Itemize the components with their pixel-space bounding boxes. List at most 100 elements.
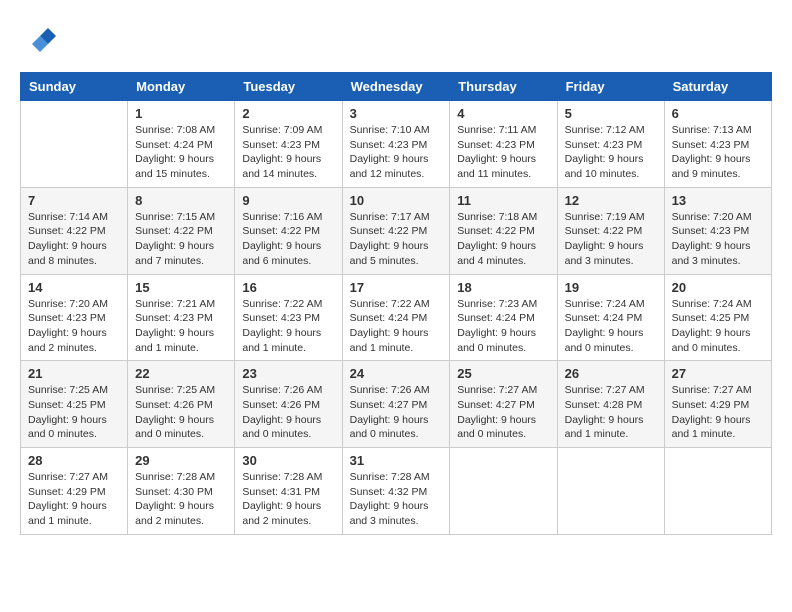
calendar-cell: 14 Sunrise: 7:20 AMSunset: 4:23 PMDayligh… <box>21 274 128 361</box>
day-number: 17 <box>350 280 443 295</box>
calendar-cell: 4 Sunrise: 7:11 AMSunset: 4:23 PMDaylight… <box>450 101 557 188</box>
day-info: Sunrise: 7:22 AMSunset: 4:23 PMDaylight:… <box>242 297 334 356</box>
weekday-header-row: SundayMondayTuesdayWednesdayThursdayFrid… <box>21 73 772 101</box>
day-number: 28 <box>28 453 120 468</box>
day-number: 1 <box>135 106 227 121</box>
day-number: 16 <box>242 280 334 295</box>
day-info: Sunrise: 7:08 AMSunset: 4:24 PMDaylight:… <box>135 123 227 182</box>
day-info: Sunrise: 7:27 AMSunset: 4:27 PMDaylight:… <box>457 383 549 442</box>
calendar-cell: 9 Sunrise: 7:16 AMSunset: 4:22 PMDaylight… <box>235 187 342 274</box>
weekday-header: Thursday <box>450 73 557 101</box>
calendar-cell <box>664 448 771 535</box>
calendar-cell: 26 Sunrise: 7:27 AMSunset: 4:28 PMDayligh… <box>557 361 664 448</box>
day-info: Sunrise: 7:11 AMSunset: 4:23 PMDaylight:… <box>457 123 549 182</box>
day-info: Sunrise: 7:14 AMSunset: 4:22 PMDaylight:… <box>28 210 120 269</box>
calendar-cell: 21 Sunrise: 7:25 AMSunset: 4:25 PMDayligh… <box>21 361 128 448</box>
day-number: 9 <box>242 193 334 208</box>
calendar-cell: 28 Sunrise: 7:27 AMSunset: 4:29 PMDayligh… <box>21 448 128 535</box>
day-number: 25 <box>457 366 549 381</box>
page-header <box>20 20 772 56</box>
day-info: Sunrise: 7:27 AMSunset: 4:28 PMDaylight:… <box>565 383 657 442</box>
calendar-cell: 24 Sunrise: 7:26 AMSunset: 4:27 PMDayligh… <box>342 361 450 448</box>
calendar-table: SundayMondayTuesdayWednesdayThursdayFrid… <box>20 72 772 535</box>
weekday-header: Monday <box>128 73 235 101</box>
day-info: Sunrise: 7:21 AMSunset: 4:23 PMDaylight:… <box>135 297 227 356</box>
logo <box>20 20 60 56</box>
calendar-cell: 16 Sunrise: 7:22 AMSunset: 4:23 PMDayligh… <box>235 274 342 361</box>
calendar-cell: 17 Sunrise: 7:22 AMSunset: 4:24 PMDayligh… <box>342 274 450 361</box>
calendar-cell: 29Sunrise: 7:28 AMSunset: 4:30 PMDayligh… <box>128 448 235 535</box>
day-number: 13 <box>672 193 764 208</box>
day-info: Sunrise: 7:26 AMSunset: 4:26 PMDaylight:… <box>242 383 334 442</box>
calendar-cell: 22Sunrise: 7:25 AMSunset: 4:26 PMDayligh… <box>128 361 235 448</box>
day-info: Sunrise: 7:13 AMSunset: 4:23 PMDaylight:… <box>672 123 764 182</box>
calendar-cell: 6Sunrise: 7:13 AMSunset: 4:23 PMDaylight… <box>664 101 771 188</box>
calendar-cell: 3 Sunrise: 7:10 AMSunset: 4:23 PMDaylight… <box>342 101 450 188</box>
day-number: 10 <box>350 193 443 208</box>
day-number: 31 <box>350 453 443 468</box>
calendar-cell: 19 Sunrise: 7:24 AMSunset: 4:24 PMDayligh… <box>557 274 664 361</box>
day-number: 3 <box>350 106 443 121</box>
day-info: Sunrise: 7:16 AMSunset: 4:22 PMDaylight:… <box>242 210 334 269</box>
calendar-cell: 18Sunrise: 7:23 AMSunset: 4:24 PMDayligh… <box>450 274 557 361</box>
day-number: 21 <box>28 366 120 381</box>
day-info: Sunrise: 7:18 AMSunset: 4:22 PMDaylight:… <box>457 210 549 269</box>
calendar-cell: 7 Sunrise: 7:14 AMSunset: 4:22 PMDaylight… <box>21 187 128 274</box>
day-info: Sunrise: 7:10 AMSunset: 4:23 PMDaylight:… <box>350 123 443 182</box>
day-number: 23 <box>242 366 334 381</box>
calendar-cell <box>557 448 664 535</box>
calendar-week-row: 21 Sunrise: 7:25 AMSunset: 4:25 PMDayligh… <box>21 361 772 448</box>
calendar-week-row: 14 Sunrise: 7:20 AMSunset: 4:23 PMDayligh… <box>21 274 772 361</box>
day-info: Sunrise: 7:25 AMSunset: 4:25 PMDaylight:… <box>28 383 120 442</box>
calendar-cell: 30 Sunrise: 7:28 AMSunset: 4:31 PMDayligh… <box>235 448 342 535</box>
day-info: Sunrise: 7:28 AMSunset: 4:32 PMDaylight:… <box>350 470 443 529</box>
logo-icon <box>20 20 56 56</box>
day-number: 18 <box>457 280 549 295</box>
calendar-week-row: 7 Sunrise: 7:14 AMSunset: 4:22 PMDaylight… <box>21 187 772 274</box>
day-info: Sunrise: 7:22 AMSunset: 4:24 PMDaylight:… <box>350 297 443 356</box>
day-number: 14 <box>28 280 120 295</box>
day-info: Sunrise: 7:28 AMSunset: 4:31 PMDaylight:… <box>242 470 334 529</box>
calendar-cell: 31 Sunrise: 7:28 AMSunset: 4:32 PMDayligh… <box>342 448 450 535</box>
day-info: Sunrise: 7:12 AMSunset: 4:23 PMDaylight:… <box>565 123 657 182</box>
calendar-cell: 12Sunrise: 7:19 AMSunset: 4:22 PMDayligh… <box>557 187 664 274</box>
weekday-header: Friday <box>557 73 664 101</box>
day-info: Sunrise: 7:25 AMSunset: 4:26 PMDaylight:… <box>135 383 227 442</box>
weekday-header: Saturday <box>664 73 771 101</box>
calendar-cell <box>21 101 128 188</box>
day-info: Sunrise: 7:17 AMSunset: 4:22 PMDaylight:… <box>350 210 443 269</box>
calendar-cell: 2Sunrise: 7:09 AMSunset: 4:23 PMDaylight… <box>235 101 342 188</box>
calendar-cell: 25 Sunrise: 7:27 AMSunset: 4:27 PMDayligh… <box>450 361 557 448</box>
day-number: 30 <box>242 453 334 468</box>
day-info: Sunrise: 7:20 AMSunset: 4:23 PMDaylight:… <box>28 297 120 356</box>
day-info: Sunrise: 7:19 AMSunset: 4:22 PMDaylight:… <box>565 210 657 269</box>
calendar-cell: 10 Sunrise: 7:17 AMSunset: 4:22 PMDayligh… <box>342 187 450 274</box>
day-info: Sunrise: 7:27 AMSunset: 4:29 PMDaylight:… <box>28 470 120 529</box>
day-info: Sunrise: 7:24 AMSunset: 4:25 PMDaylight:… <box>672 297 764 356</box>
weekday-header: Wednesday <box>342 73 450 101</box>
calendar-cell: 13 Sunrise: 7:20 AMSunset: 4:23 PMDayligh… <box>664 187 771 274</box>
calendar-cell <box>450 448 557 535</box>
calendar-cell: 5Sunrise: 7:12 AMSunset: 4:23 PMDaylight… <box>557 101 664 188</box>
calendar-cell: 8Sunrise: 7:15 AMSunset: 4:22 PMDaylight… <box>128 187 235 274</box>
day-info: Sunrise: 7:27 AMSunset: 4:29 PMDaylight:… <box>672 383 764 442</box>
day-number: 4 <box>457 106 549 121</box>
calendar-cell: 23 Sunrise: 7:26 AMSunset: 4:26 PMDayligh… <box>235 361 342 448</box>
calendar-cell: 1 Sunrise: 7:08 AMSunset: 4:24 PMDaylight… <box>128 101 235 188</box>
day-number: 2 <box>242 106 334 121</box>
day-number: 19 <box>565 280 657 295</box>
day-number: 24 <box>350 366 443 381</box>
day-number: 26 <box>565 366 657 381</box>
weekday-header: Tuesday <box>235 73 342 101</box>
day-info: Sunrise: 7:24 AMSunset: 4:24 PMDaylight:… <box>565 297 657 356</box>
calendar-week-row: 28 Sunrise: 7:27 AMSunset: 4:29 PMDayligh… <box>21 448 772 535</box>
day-number: 7 <box>28 193 120 208</box>
calendar-cell: 27Sunrise: 7:27 AMSunset: 4:29 PMDayligh… <box>664 361 771 448</box>
day-number: 15 <box>135 280 227 295</box>
day-info: Sunrise: 7:20 AMSunset: 4:23 PMDaylight:… <box>672 210 764 269</box>
day-number: 20 <box>672 280 764 295</box>
calendar-cell: 20 Sunrise: 7:24 AMSunset: 4:25 PMDayligh… <box>664 274 771 361</box>
day-info: Sunrise: 7:26 AMSunset: 4:27 PMDaylight:… <box>350 383 443 442</box>
weekday-header: Sunday <box>21 73 128 101</box>
day-number: 29 <box>135 453 227 468</box>
